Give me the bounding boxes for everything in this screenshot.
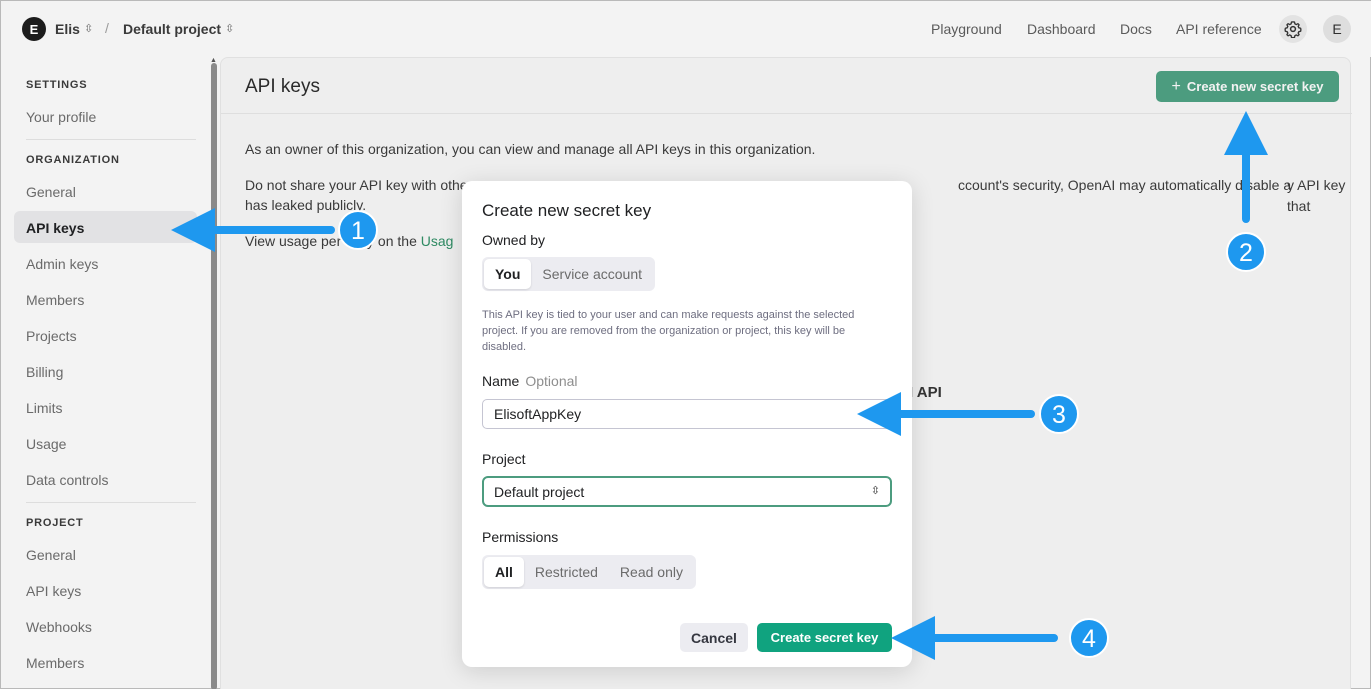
- intro-paragraph: As an owner of this organization, you ca…: [245, 141, 816, 157]
- sidebar-section-project: PROJECT: [26, 517, 84, 529]
- name-label-text: Name: [482, 373, 520, 389]
- sidebar-divider: [26, 139, 196, 140]
- create-new-secret-key-button[interactable]: + Create new secret key: [1156, 71, 1339, 102]
- sidebar-item-data-controls[interactable]: Data controls: [26, 472, 108, 488]
- breadcrumb-separator: /: [105, 20, 109, 36]
- usage-link[interactable]: Usag: [421, 233, 454, 249]
- sidebar-item-members[interactable]: Members: [26, 292, 84, 308]
- permissions-toggle: All Restricted Read only: [482, 555, 696, 589]
- settings-button[interactable]: [1279, 15, 1307, 43]
- create-new-secret-key-label: Create new secret key: [1186, 79, 1324, 94]
- select-chevron-icon: ⇳: [870, 485, 880, 497]
- org-switcher-label[interactable]: Elis: [55, 21, 80, 37]
- cancel-button[interactable]: Cancel: [680, 623, 748, 652]
- permissions-label: Permissions: [482, 529, 559, 545]
- owned-by-label: Owned by: [482, 232, 546, 248]
- sidebar-item-project-api-keys[interactable]: API keys: [26, 583, 81, 599]
- nav-playground[interactable]: Playground: [931, 21, 1002, 37]
- sidebar-section-settings: SETTINGS: [26, 79, 88, 91]
- sidebar-item-project-general[interactable]: General: [26, 547, 76, 563]
- warning-paragraph-end: ccount's security, OpenAI may automatica…: [958, 177, 1292, 193]
- owned-by-toggle: You Service account: [482, 257, 656, 291]
- sidebar-item-your-profile[interactable]: Your profile: [26, 109, 96, 125]
- top-bar: E Elis ⇳ / Default project ⇳ Playground …: [1, 1, 1371, 57]
- nav-docs[interactable]: Docs: [1120, 21, 1152, 37]
- org-avatar[interactable]: E: [22, 17, 46, 41]
- usage-text-start: View usage per: [245, 233, 342, 249]
- sidebar-item-billing[interactable]: Billing: [26, 364, 63, 380]
- nav-api-reference[interactable]: API reference: [1176, 21, 1262, 37]
- sidebar-item-projects[interactable]: Projects: [26, 328, 77, 344]
- warning-paragraph-line2: has leaked publicly.: [245, 197, 367, 213]
- permissions-read-only-option[interactable]: Read only: [609, 557, 694, 587]
- sidebar-item-usage[interactable]: Usage: [26, 436, 66, 452]
- permissions-all-option[interactable]: All: [484, 557, 524, 587]
- usage-paragraph: View usage per ey on the Usag: [245, 231, 453, 252]
- sidebar-item-general[interactable]: General: [26, 184, 76, 200]
- owned-by-you-option[interactable]: You: [484, 259, 532, 289]
- user-avatar[interactable]: E: [1323, 15, 1351, 43]
- background-heading: I API: [909, 384, 942, 401]
- sidebar-divider: [26, 502, 196, 503]
- create-secret-key-dialog: Create new secret key Owned by You Servi…: [462, 181, 912, 667]
- key-name-input[interactable]: ElisoftAppKey: [482, 399, 892, 429]
- project-select[interactable]: Default project ⇳: [482, 476, 892, 507]
- owned-by-help-text: This API key is tied to your user and ca…: [482, 309, 855, 353]
- create-secret-key-button[interactable]: Create secret key: [757, 623, 892, 652]
- sidebar-item-admin-keys[interactable]: Admin keys: [26, 256, 98, 272]
- owned-by-service-account-option[interactable]: Service account: [531, 259, 653, 289]
- name-label: Name Optional: [482, 373, 578, 389]
- project-switcher-label[interactable]: Default project: [123, 21, 221, 37]
- sidebar-section-organization: ORGANIZATION: [26, 154, 120, 166]
- plus-icon: +: [1171, 77, 1181, 95]
- sidebar-scrollbar[interactable]: [211, 63, 217, 689]
- usage-text-mid: ey on the: [359, 233, 421, 249]
- sidebar-item-limits[interactable]: Limits: [26, 400, 63, 416]
- sidebar-item-api-keys[interactable]: API keys: [26, 220, 84, 236]
- name-optional-hint: Optional: [525, 373, 578, 389]
- sidebar: SETTINGS Your profile ORGANIZATION Gener…: [1, 57, 213, 689]
- dialog-title: Create new secret key: [482, 201, 652, 220]
- project-switcher-chevron-icon[interactable]: ⇳: [225, 22, 234, 35]
- nav-dashboard[interactable]: Dashboard: [1027, 21, 1096, 37]
- warning-paragraph-tail: y API key that: [1287, 177, 1346, 214]
- sidebar-item-project-members[interactable]: Members: [26, 655, 84, 671]
- permissions-restricted-option[interactable]: Restricted: [524, 557, 609, 587]
- page-header: API keys + Create new secret key: [221, 58, 1352, 114]
- page-title: API keys: [245, 76, 320, 97]
- gear-icon: [1284, 21, 1302, 38]
- warning-paragraph-start: Do not share your API key with othe: [245, 177, 468, 193]
- sidebar-item-webhooks[interactable]: Webhooks: [26, 619, 92, 635]
- project-label: Project: [482, 451, 526, 467]
- org-switcher-chevron-icon[interactable]: ⇳: [84, 22, 93, 35]
- project-select-value: Default project: [494, 483, 585, 500]
